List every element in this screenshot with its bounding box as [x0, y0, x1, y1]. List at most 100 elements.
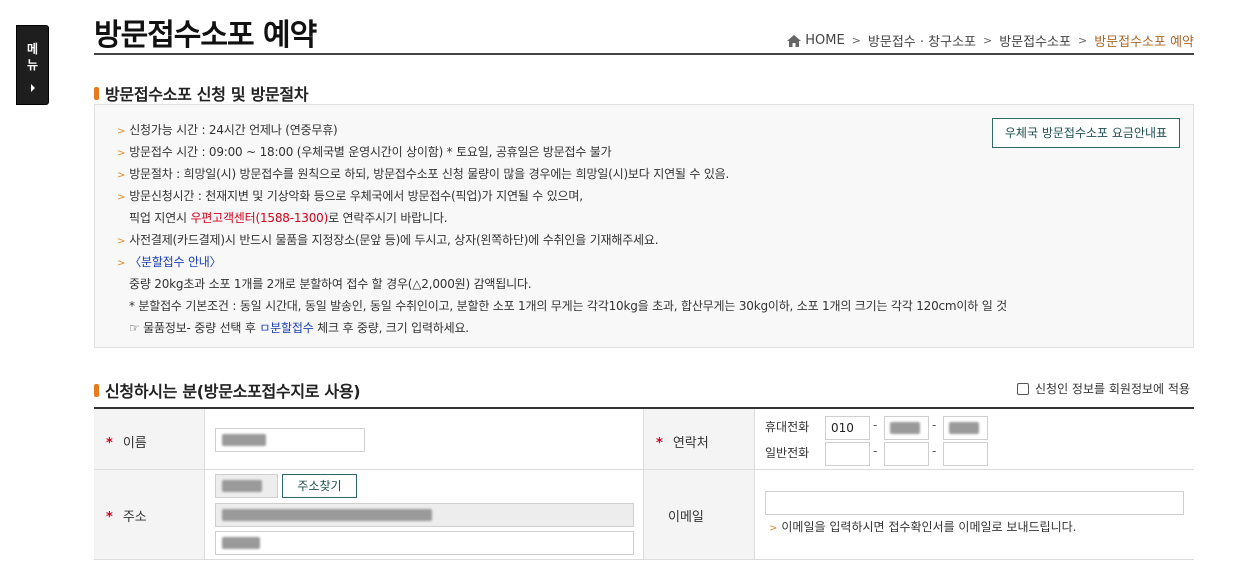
info-line: ☞ 물품정보- 중량 선택 후 ㅁ분할접수 체크 후 중량, 크기 입력하세요. [129, 319, 469, 336]
info-line: 픽업 지연시 우편고객센터(1588-1300)로 연락주시기 바랍니다. [129, 209, 448, 226]
info-text: 방문절차 : 희망일(시) 방문접수를 원칙으로 하되, 방문접수소포 신청 물… [129, 167, 730, 181]
arrow-icon: > [117, 170, 126, 181]
breadcrumb-item[interactable]: 방문접수 · 창구소포 [868, 31, 976, 50]
customer-center-phone: 우편고객센터(1588-1300) [190, 211, 329, 225]
chevron-right-icon [31, 84, 35, 92]
name-input[interactable] [215, 428, 365, 452]
required-mark: * [106, 436, 113, 451]
info-line: * 분할접수 기본조건 : 동일 시간대, 동일 발송인, 동일 수취인이고, … [129, 297, 1007, 314]
mobile-part2-input[interactable] [884, 416, 929, 440]
dash-separator: - [873, 418, 878, 432]
arrow-icon: > [117, 126, 126, 137]
redacted-text [890, 422, 920, 434]
dash-separator: - [932, 444, 937, 458]
dash-separator: - [873, 444, 878, 458]
applicant-form: * 이름 * 연락처 휴대전화 010 - - 일반전화 - - * 주소 주소… [94, 407, 1194, 560]
email-note: > 이메일을 입력하시면 접수확인서를 이메일로 보내드립니다. [769, 518, 1076, 535]
form-row-name-contact: * 이름 * 연락처 휴대전화 010 - - 일반전화 - - [94, 409, 1194, 470]
postcode-input[interactable] [215, 474, 278, 498]
phone-part1-input[interactable] [825, 442, 870, 466]
info-text: 신청가능 시간 : 24시간 언제나 (연중무휴) [129, 123, 338, 137]
mobile-label: 휴대전화 [765, 420, 810, 434]
redacted-text [222, 509, 432, 521]
info-text: 로 연락주시기 바랍니다. [328, 211, 448, 225]
info-line: > 신청가능 시간 : 24시간 언제나 (연중무휴) [117, 121, 338, 138]
name-label: 이름 [122, 436, 147, 451]
redacted-text [949, 422, 979, 434]
required-mark: * [656, 436, 663, 451]
split-checkbox-hint: ㅁ분할접수 [259, 321, 314, 335]
divider [754, 470, 755, 559]
address-detail-input[interactable] [215, 531, 634, 555]
info-text: 방문신청시간 : 천재지변 및 기상악화 등으로 우체국에서 방문접수(픽업)가… [129, 189, 583, 203]
chevron-right-icon: > [1077, 34, 1088, 47]
name-header: * 이름 [94, 409, 204, 469]
section-title-procedure: 방문접수소포 신청 및 방문절차 [94, 81, 309, 105]
side-menu-label-2: 뉴 [26, 58, 39, 72]
chevron-right-icon: > [851, 34, 861, 47]
checkbox-label: 신청인 정보를 회원정보에 적용 [1035, 382, 1190, 396]
breadcrumb-current: 방문접수소포 예약 [1094, 35, 1194, 50]
title-divider [94, 53, 1194, 55]
info-line: 중량 20kg초과 소포 1개를 2개로 분할하여 접수 할 경우(△2,000… [129, 275, 532, 292]
info-text: 픽업 지연시 [129, 211, 191, 225]
info-line: > 사전결제(카드결제)시 반드시 물품을 지정장소(문앞 등)에 두시고, 상자… [117, 231, 659, 248]
divider [204, 409, 205, 469]
redacted-text [222, 434, 266, 446]
form-row-address-email: * 주소 주소찾기 이메일 > 이메일을 입력하시면 접수확인서를 이메일로 보내드… [94, 470, 1194, 560]
phone-part2-input[interactable] [884, 442, 929, 466]
info-line: > 방문접수 시간 : 09:00 ~ 18:00 (우체국별 운영시간이 상이함… [117, 143, 612, 160]
contact-header: * 연락처 [644, 409, 754, 469]
info-line: > 방문절차 : 희망일(시) 방문접수를 원칙으로 하되, 방문접수소포 신청 … [117, 165, 729, 182]
breadcrumb-item[interactable]: 방문접수소포 [999, 31, 1071, 50]
side-menu-tab[interactable]: 메 뉴 [16, 25, 49, 105]
bullet-icon [94, 383, 99, 397]
split-guide-link[interactable]: 〈분할접수 안내〉 [129, 255, 221, 269]
dash-separator: - [932, 418, 937, 432]
required-mark: * [106, 510, 113, 525]
bullet-icon [94, 86, 99, 100]
contact-label: 연락처 [672, 436, 709, 451]
arrow-icon: > [769, 523, 778, 534]
arrow-icon: > [117, 148, 126, 159]
info-line: > 〈분할접수 안내〉 [117, 253, 222, 270]
phone-part3-input[interactable] [943, 442, 988, 466]
arrow-icon: > [117, 192, 126, 203]
info-text: * 분할접수 기본조건 : 동일 시간대, 동일 발송인, 동일 수취인이고, … [129, 299, 1008, 313]
section-title-text: 방문접수소포 신청 및 방문절차 [105, 85, 309, 104]
email-label: 이메일 [668, 510, 704, 525]
home-icon [787, 34, 802, 47]
address-search-button[interactable]: 주소찾기 [282, 474, 357, 498]
redacted-text [222, 537, 260, 549]
mobile-part3-input[interactable] [943, 416, 988, 440]
checkbox-icon[interactable] [1017, 382, 1029, 395]
divider [204, 470, 205, 559]
email-header: 이메일 [644, 470, 754, 559]
redacted-text [222, 480, 262, 492]
page-title: 방문접수소포 예약 [94, 18, 317, 53]
divider [754, 409, 755, 469]
email-note-text: 이메일을 입력하시면 접수확인서를 이메일로 보내드립니다. [781, 520, 1077, 534]
mobile-part1-input[interactable]: 010 [825, 416, 870, 440]
info-line: > 방문신청시간 : 천재지변 및 기상악화 등으로 우체국에서 방문접수(픽업)… [117, 187, 583, 204]
arrow-icon: > [117, 236, 126, 247]
address-input[interactable] [215, 503, 634, 527]
info-text: 체크 후 중량, 크기 입력하세요. [313, 321, 469, 335]
apply-member-info-checkbox[interactable]: 신청인 정보를 회원정보에 적용 [1017, 380, 1190, 397]
section-title-text: 신청하시는 분(방문소포접수지로 사용) [105, 382, 361, 401]
section-title-applicant: 신청하시는 분(방문소포접수지로 사용) [94, 378, 361, 402]
arrow-icon: > [117, 258, 126, 269]
info-text: 사전결제(카드결제)시 반드시 물품을 지정장소(문앞 등)에 두시고, 상자(… [129, 233, 659, 247]
rate-table-button[interactable]: 우체국 방문접수소포 요금안내표 [992, 118, 1180, 148]
chevron-right-icon: > [982, 34, 993, 47]
breadcrumb-home[interactable]: HOME [805, 33, 844, 48]
address-label: 주소 [122, 510, 147, 525]
phone-label: 일반전화 [765, 446, 810, 460]
address-header: * 주소 [94, 470, 204, 559]
info-box: 우체국 방문접수소포 요금안내표 > 신청가능 시간 : 24시간 언제나 (연중… [94, 104, 1194, 348]
side-menu-label-1: 메 [26, 42, 39, 56]
email-input[interactable] [765, 491, 1184, 515]
breadcrumb: HOME > 방문접수 · 창구소포 > 방문접수소포 > 방문접수소포 예약 [787, 31, 1194, 50]
info-text: 방문접수 시간 : 09:00 ~ 18:00 (우체국별 운영시간이 상이함)… [129, 145, 612, 159]
info-text: 중량 20kg초과 소포 1개를 2개로 분할하여 접수 할 경우(△2,000… [129, 277, 532, 291]
